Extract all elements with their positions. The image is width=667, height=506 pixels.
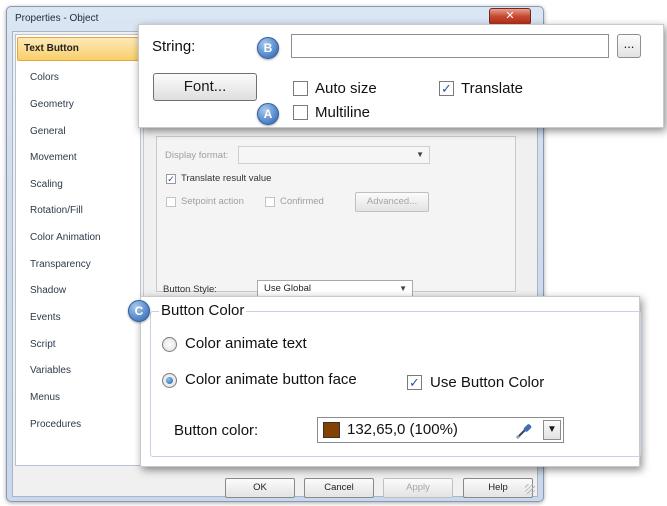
display-format-label: Display format:: [165, 150, 229, 161]
sidebar-item-variables[interactable]: Variables: [16, 359, 140, 383]
sidebar-item-geometry[interactable]: Geometry: [16, 93, 140, 117]
string-input[interactable]: [291, 34, 609, 58]
auto-size-checkbox[interactable]: [293, 81, 308, 96]
close-button[interactable]: ✕: [489, 8, 531, 25]
sidebar-item-menus[interactable]: Menus: [16, 386, 140, 410]
translate-checkbox[interactable]: ✓: [439, 81, 454, 96]
setpoint-action-label: Setpoint action: [181, 196, 244, 207]
translate-label: Translate: [461, 80, 523, 97]
color-swatch: [323, 422, 340, 438]
setpoint-action-checkbox[interactable]: [166, 197, 176, 207]
display-format-select[interactable]: ▼: [238, 146, 430, 164]
sidebar-item-events[interactable]: Events: [16, 306, 140, 330]
chevron-down-icon: ▼: [416, 150, 424, 159]
sidebar-item-script[interactable]: Script: [16, 333, 140, 357]
color-animate-text-radio[interactable]: [162, 337, 177, 352]
auto-size-label: Auto size: [315, 80, 377, 97]
resize-grip[interactable]: [525, 484, 535, 494]
sidebar-item-transparency[interactable]: Transparency: [16, 253, 140, 277]
callout-badge-b: B: [257, 37, 279, 59]
string-label: String:: [152, 38, 196, 55]
advanced-button[interactable]: Advanced...: [355, 192, 429, 212]
button-color-label: Button color:: [174, 422, 259, 439]
font-button[interactable]: Font...: [153, 73, 257, 101]
multiline-checkbox[interactable]: [293, 105, 308, 120]
cancel-button[interactable]: Cancel: [304, 478, 374, 498]
use-button-color-checkbox[interactable]: ✓: [407, 375, 422, 390]
eyedropper-icon[interactable]: [514, 421, 534, 441]
color-animate-text-label: Color animate text: [185, 335, 307, 352]
translate-result-label: Translate result value: [181, 173, 272, 184]
sidebar-item-shadow[interactable]: Shadow: [16, 279, 140, 303]
chevron-down-icon: ▼: [547, 424, 557, 435]
button-color-picker[interactable]: 132,65,0 (100%) ▼: [317, 417, 564, 443]
button-color-group-title: Button Color: [159, 302, 247, 319]
confirmed-label: Confirmed: [280, 196, 324, 207]
button-color-value: 132,65,0 (100%): [347, 421, 458, 438]
chevron-down-icon: ▼: [399, 284, 407, 293]
sidebar-item-colors[interactable]: Colors: [16, 66, 140, 90]
use-button-color-label: Use Button Color: [430, 374, 545, 391]
apply-button[interactable]: Apply: [383, 478, 453, 498]
button-style-value: Use Global: [264, 283, 311, 294]
sidebar-item-general[interactable]: General: [16, 120, 140, 144]
multiline-label: Multiline: [315, 104, 371, 121]
color-animate-face-label: Color animate button face: [185, 371, 357, 388]
button-style-label: Button Style:: [163, 284, 217, 295]
callout-badge-c: C: [128, 300, 150, 322]
browse-button[interactable]: ...: [617, 34, 641, 58]
category-sidebar: Text Button Colors Geometry General Move…: [15, 34, 141, 466]
color-animate-face-radio[interactable]: [162, 373, 177, 388]
zoom-panel-button-color: Button Color Color animate text Color an…: [140, 296, 641, 467]
confirmed-checkbox[interactable]: [265, 197, 275, 207]
zoom-panel-string: String: ... Font... Auto size ✓ Translat…: [138, 24, 664, 128]
help-button[interactable]: Help: [463, 478, 533, 498]
translate-result-checkbox[interactable]: ✓: [166, 174, 176, 184]
sidebar-item-scaling[interactable]: Scaling: [16, 173, 140, 197]
sidebar-item-text-button[interactable]: Text Button: [17, 37, 139, 61]
sidebar-item-movement[interactable]: Movement: [16, 146, 140, 170]
sidebar-item-color-animation[interactable]: Color Animation: [16, 226, 140, 250]
sidebar-item-procedures[interactable]: Procedures: [16, 413, 140, 437]
color-dropdown-button[interactable]: ▼: [543, 420, 561, 440]
callout-badge-a: A: [257, 103, 279, 125]
ok-button[interactable]: OK: [225, 478, 295, 498]
sidebar-item-rotation-fill[interactable]: Rotation/Fill: [16, 199, 140, 223]
window-title: Properties - Object: [15, 13, 99, 24]
